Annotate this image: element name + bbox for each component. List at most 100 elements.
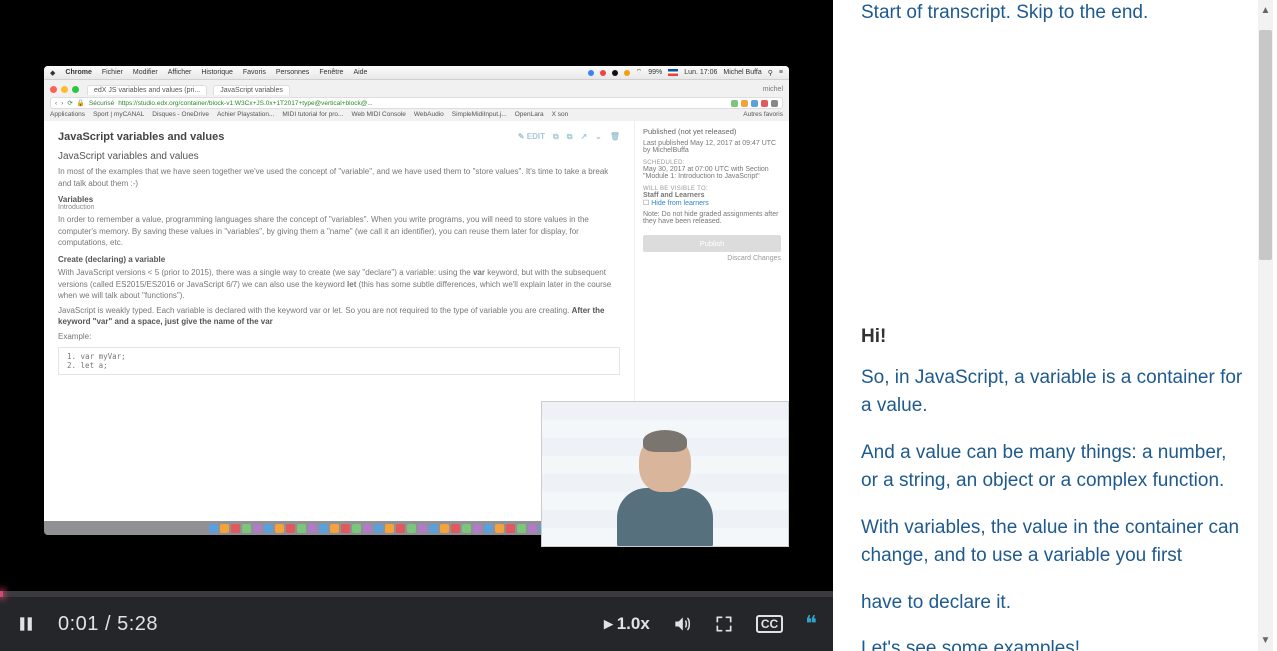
clock: Lun. 17:06	[684, 69, 717, 76]
scroll-down-icon[interactable]: ▼	[1259, 634, 1272, 647]
paragraph: With JavaScript versions < 5 (prior to 2…	[58, 267, 620, 302]
address-bar: ‹ › ⟳ 🔒 Sécurisé https://studio.edx.org/…	[50, 97, 783, 109]
note-text: Note: Do not hide graded assignments aft…	[643, 211, 781, 225]
subheading: Create (declaring) a variable	[58, 255, 620, 264]
status-dot	[612, 70, 618, 76]
menu-item: Favoris	[243, 69, 266, 76]
transcript-line[interactable]: Let's see some examples!	[861, 635, 1247, 651]
bookmark: Sport | myCANAL	[93, 111, 144, 118]
scrollbar-thumb[interactable]	[1259, 30, 1272, 260]
scroll-up-icon[interactable]: ▲	[1259, 4, 1272, 17]
transcript-line[interactable]: With variables, the value in the contain…	[861, 514, 1247, 571]
pause-button[interactable]	[16, 614, 36, 634]
fullscreen-button[interactable]	[714, 614, 734, 634]
bookmark: Autres favoris	[743, 111, 783, 118]
publish-button: Publish	[643, 235, 781, 252]
bookmark: OpenLara	[515, 111, 544, 118]
captions-button[interactable]: CC	[756, 615, 783, 633]
last-published: Last published May 12, 2017 at 09:47 UTC…	[643, 140, 781, 154]
page-title-row: JavaScript variables and values ✎ EDIT ⧉…	[58, 131, 620, 143]
transcript-greeting[interactable]: Hi!	[861, 326, 1247, 348]
menu-icon: ≡	[779, 69, 783, 76]
battery-text: 99%	[648, 69, 662, 76]
secure-label: Sécurisé	[89, 100, 114, 107]
menu-item: Fenêtre	[319, 69, 343, 76]
fullscreen-icon	[714, 614, 734, 634]
mac-menubar: ◆ Chrome Fichier Modifier Afficher Histo…	[44, 66, 789, 80]
paragraph: In order to remember a value, programmin…	[58, 214, 620, 249]
code-line: 2. let a;	[67, 361, 611, 370]
transcript-scroll[interactable]: Start of transcript. Skip to the end. Hi…	[833, 0, 1255, 651]
visibility-value: Staff and Learners	[643, 192, 704, 199]
bookmark: Disques - OneDrive	[152, 111, 209, 118]
schedule-text: May 30, 2017 at 07:00 UTC with Section "…	[643, 166, 781, 180]
tool-icon: ⧉	[567, 132, 573, 142]
section-heading: JavaScript variables and values	[58, 151, 620, 162]
bookmark: Achier Playstation...	[217, 111, 274, 118]
tool-icon: ⧉	[553, 132, 559, 142]
transcript-line[interactable]: have to declare it.	[861, 589, 1247, 618]
flag-icon	[668, 69, 678, 76]
menu-item: Historique	[201, 69, 233, 76]
bookmark: WebAudio	[414, 111, 444, 118]
paragraph: In most of the examples that we have see…	[58, 166, 620, 189]
ext-icons	[731, 100, 778, 107]
presenter-figure	[605, 426, 725, 546]
transcript-line[interactable]: And a value can be many things: a number…	[861, 439, 1247, 496]
menu-item: Personnes	[276, 69, 309, 76]
apple-icon: ◆	[50, 69, 55, 77]
presenter-pip	[541, 401, 789, 547]
mac-username: Michel Buffa	[723, 69, 761, 76]
bookmark: MIDI tutorial for pro...	[282, 111, 343, 118]
tool-icon: ⌄	[595, 132, 602, 142]
menu-item: Modifier	[133, 69, 158, 76]
menu-item: Afficher	[168, 69, 192, 76]
profile-name: michel	[763, 86, 783, 93]
edit-icon: ✎ EDIT	[518, 132, 545, 142]
nav-fwd-icon: ›	[61, 100, 63, 107]
page-title: JavaScript variables and values	[58, 131, 224, 143]
tool-icon: ↗	[580, 132, 587, 142]
volume-icon	[672, 614, 692, 634]
bookmark: SimpleMidiInput.j...	[452, 111, 507, 118]
speed-button[interactable]: ▸ 1.0x	[604, 614, 650, 634]
transcript-line[interactable]: So, in JavaScript, a variable is a conta…	[861, 364, 1247, 421]
video-controls: 0:01 / 5:28 ▸ 1.0x CC ❝	[0, 597, 833, 651]
window-traffic-lights	[50, 86, 79, 93]
paragraph: JavaScript is weakly typed. Each variabl…	[58, 305, 620, 328]
transcript-toggle-button[interactable]: ❝	[805, 611, 817, 637]
menu-item: Fichier	[102, 69, 123, 76]
wifi-icon: ⌔	[636, 68, 643, 77]
bookmarks-bar: Applications Sport | myCANAL Disques - O…	[50, 111, 783, 118]
transcript-skip-link[interactable]: Start of transcript. Skip to the end.	[861, 0, 1247, 26]
browser-tab: JavaScript variables	[213, 85, 290, 95]
progress-played	[0, 591, 3, 597]
progress-bar[interactable]	[0, 591, 833, 597]
bookmark: Web MIDI Console	[351, 111, 405, 118]
transcript-pane: Start of transcript. Skip to the end. Hi…	[833, 0, 1277, 651]
checkbox-icon: ☐	[643, 200, 651, 207]
publish-status: Published (not yet released)	[643, 127, 781, 136]
bookmark: Applications	[50, 111, 85, 118]
menu-item: Aide	[353, 69, 367, 76]
example-label: Example:	[58, 331, 620, 343]
tool-icon: 🗑	[610, 132, 620, 142]
nav-back-icon: ‹	[55, 100, 57, 107]
volume-button[interactable]	[672, 614, 692, 634]
pause-icon	[16, 614, 36, 634]
code-line: 1. var myVar;	[67, 352, 611, 361]
browser-chrome: edX JS variables and values (pri... Java…	[44, 80, 789, 121]
status-dot	[588, 70, 594, 76]
video-area[interactable]: ◆ Chrome Fichier Modifier Afficher Histo…	[0, 0, 833, 591]
spotlight-icon: ⚲	[768, 69, 773, 77]
url-text: https://studio.edx.org/container/block-v…	[118, 100, 373, 107]
hide-link: Hide from learners	[651, 200, 709, 207]
cc-icon: CC	[756, 615, 783, 633]
mac-app-name: Chrome	[65, 69, 91, 76]
subheading: Variables	[58, 195, 620, 204]
video-pane: ◆ Chrome Fichier Modifier Afficher Histo…	[0, 0, 833, 651]
reload-icon: ⟳	[67, 99, 72, 107]
status-dot	[624, 70, 630, 76]
bookmark: X son	[552, 111, 569, 118]
scrollbar[interactable]: ▲ ▼	[1258, 0, 1273, 651]
